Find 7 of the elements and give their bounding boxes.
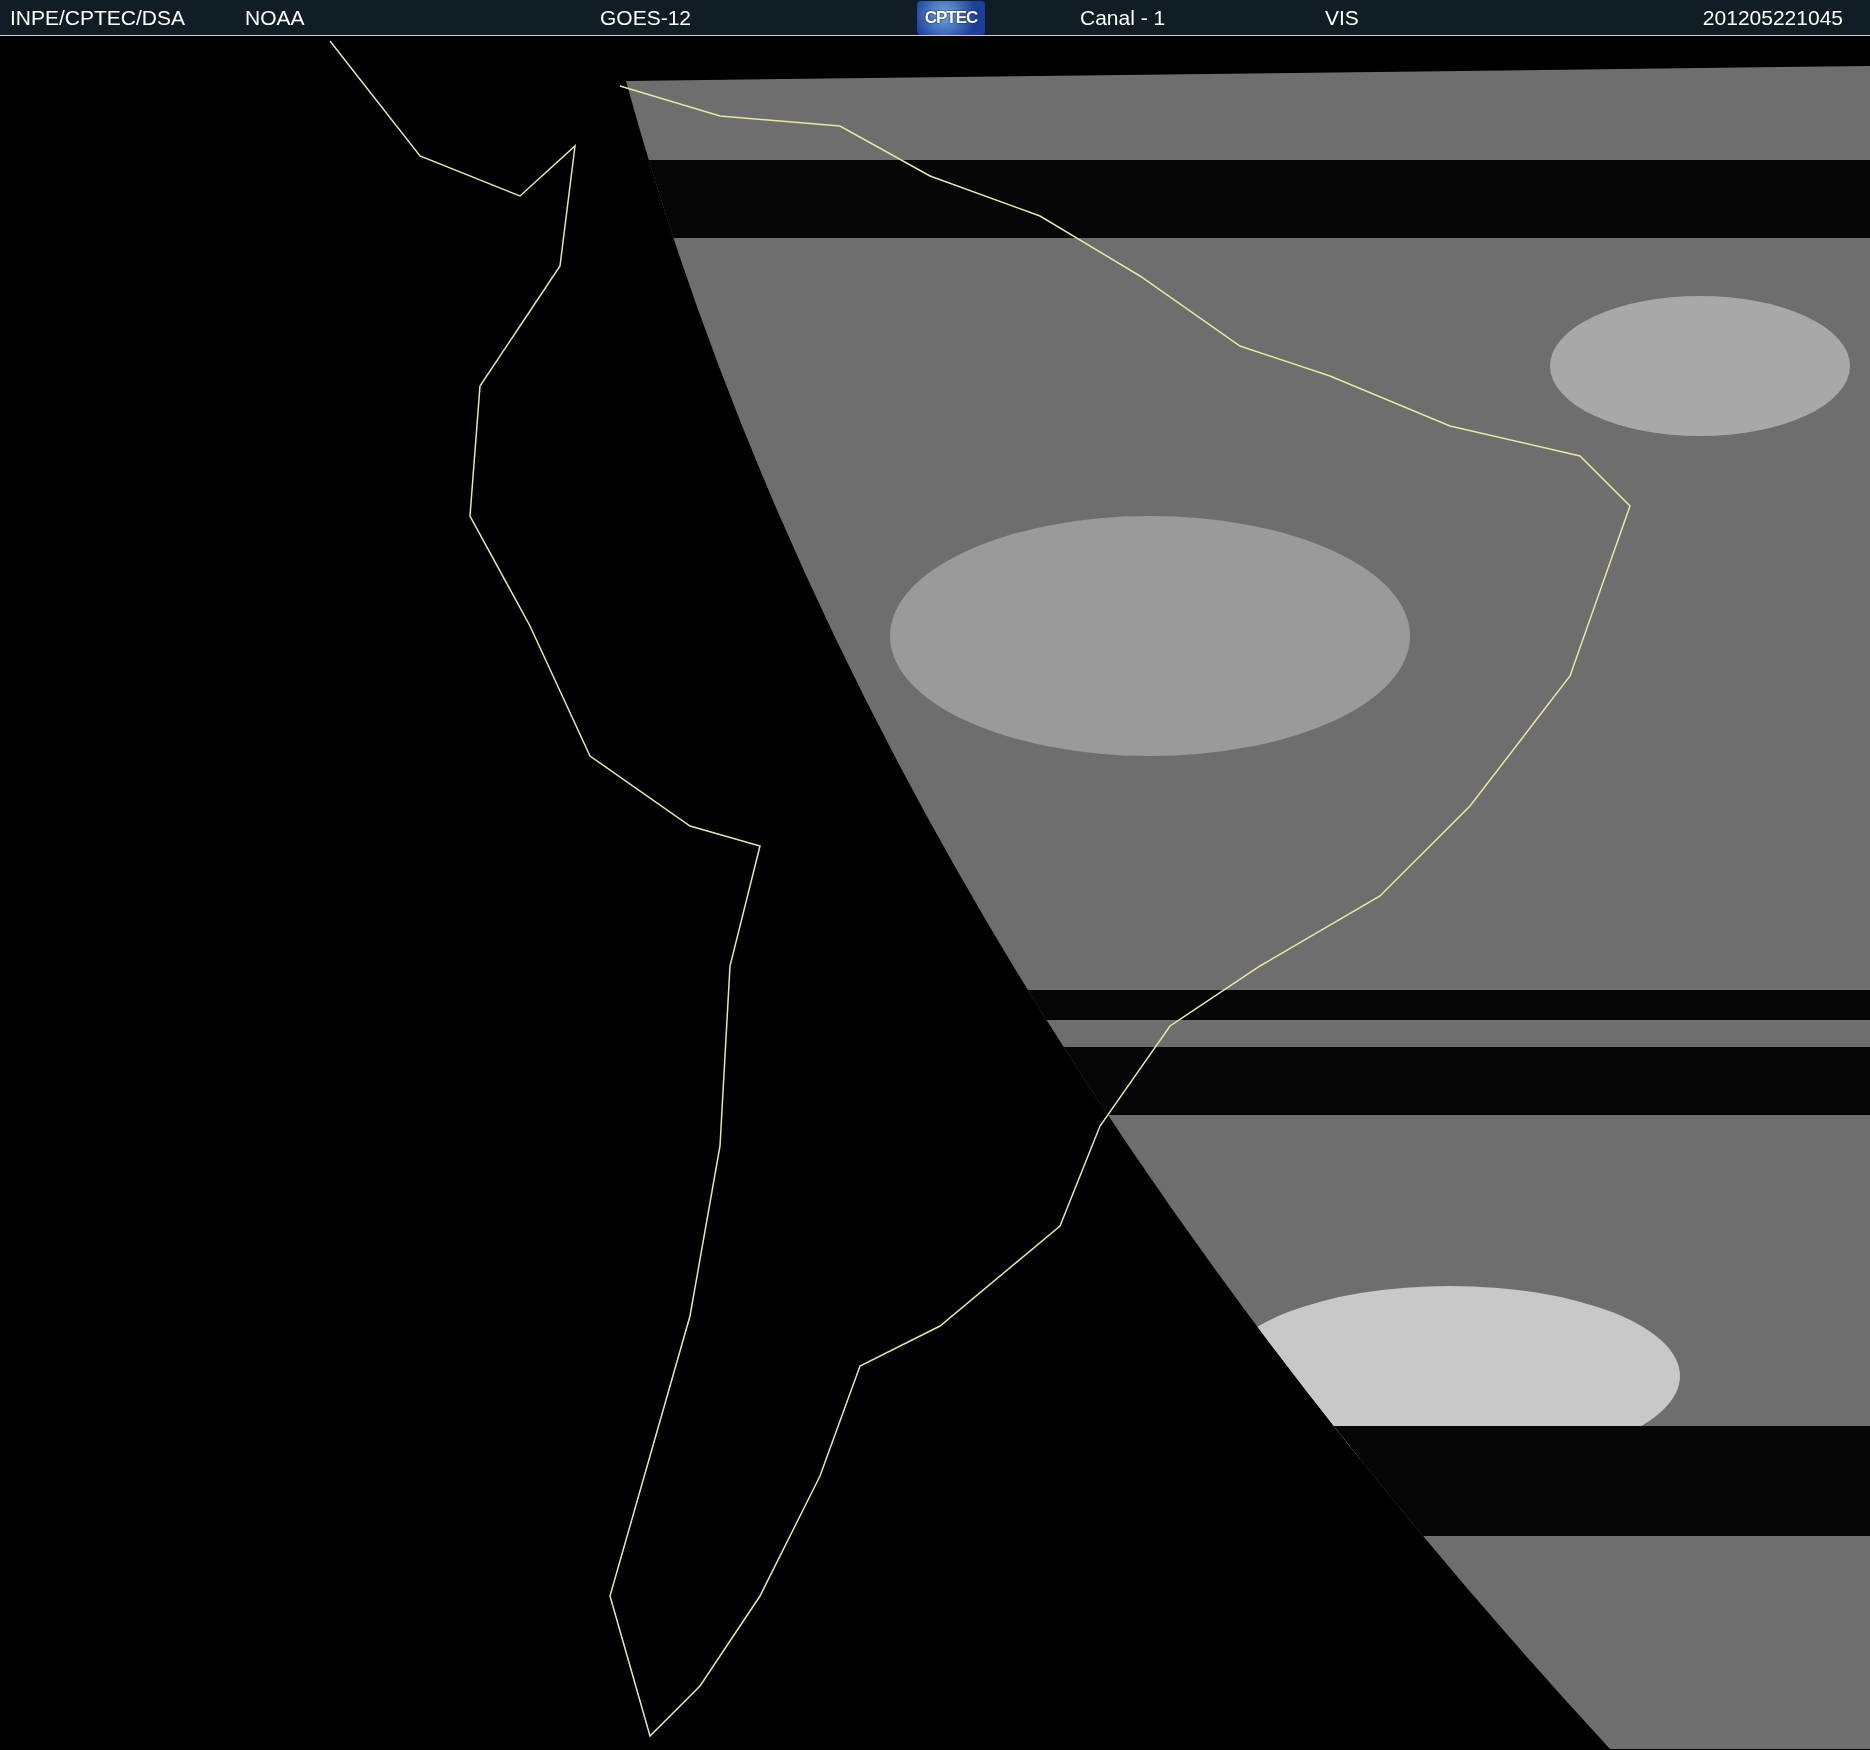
header-label: INPE/CPTEC/DSA xyxy=(10,7,187,28)
header-label: VIS xyxy=(1325,7,1360,28)
header-label: Canal - 1 xyxy=(1080,7,1167,28)
logo: CPTEC xyxy=(917,0,985,35)
header-label: GOES-12 xyxy=(600,7,693,28)
header-label: 201205221045 xyxy=(1702,7,1843,28)
header-label: NOAA xyxy=(245,7,306,28)
